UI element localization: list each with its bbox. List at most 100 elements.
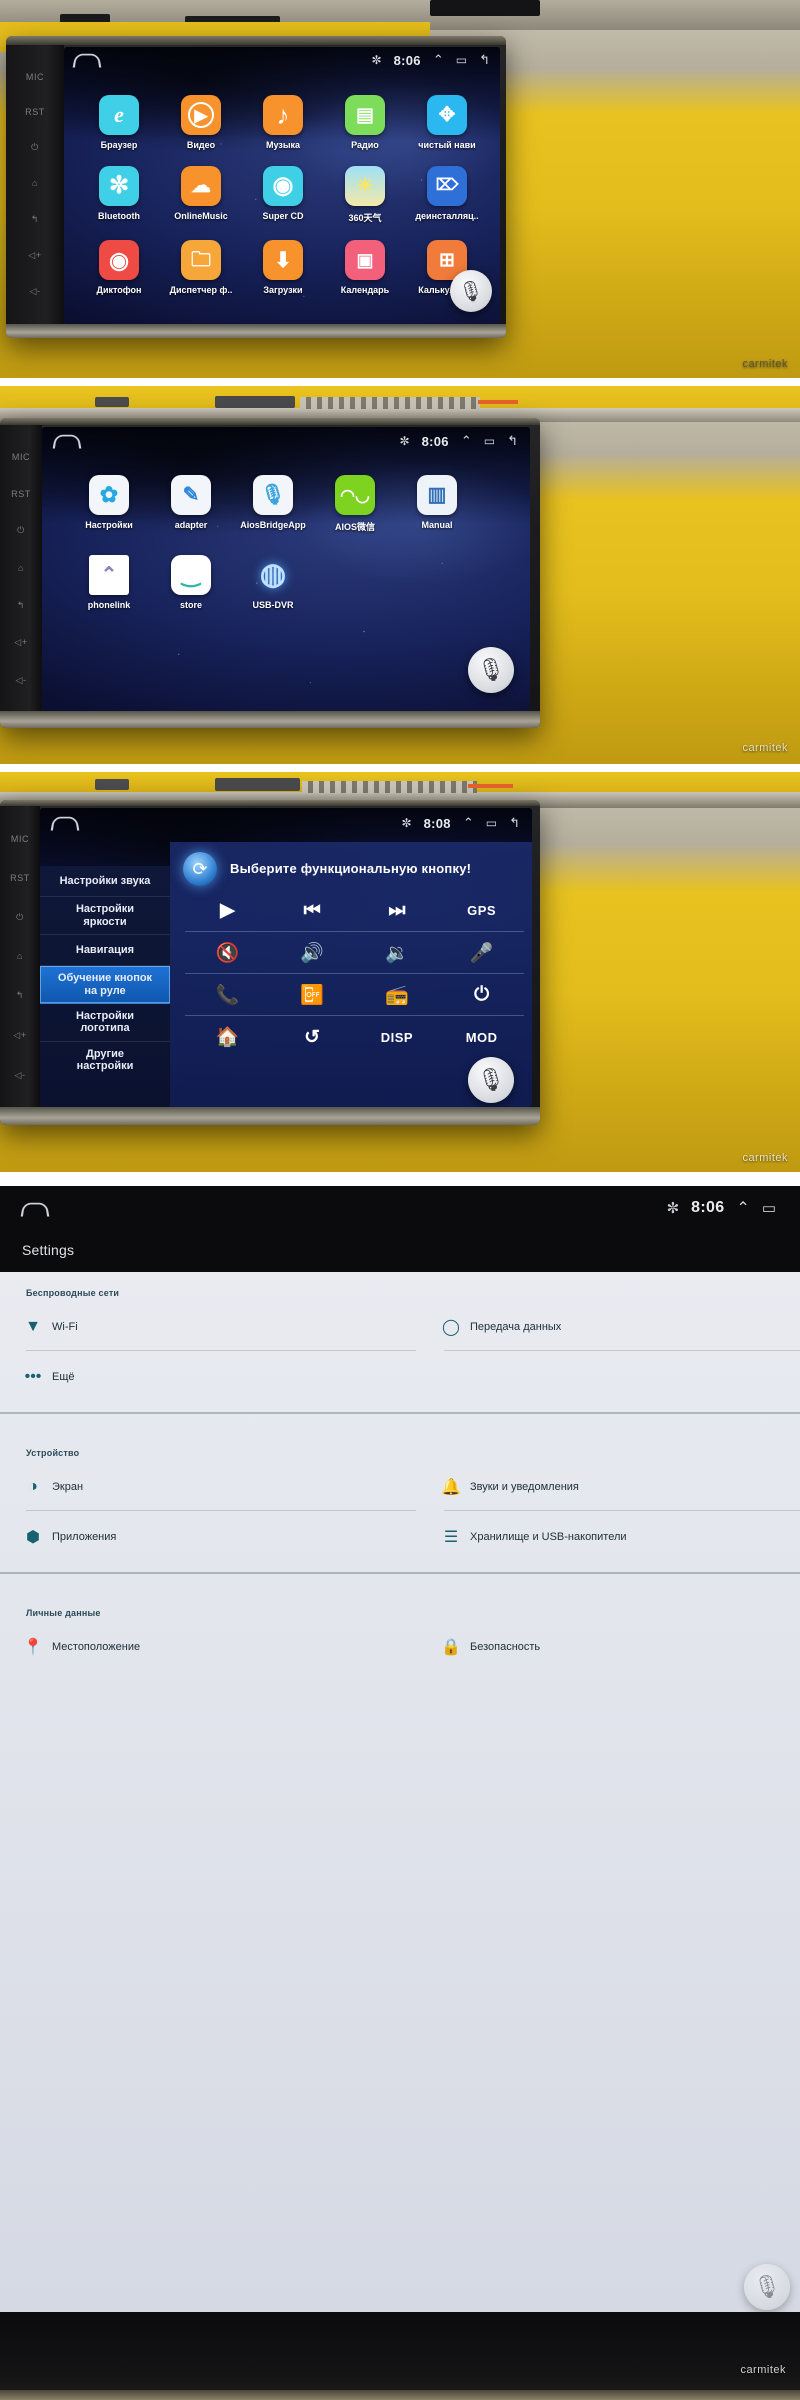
settings-row-data-usage[interactable]: ◯ Передача данных	[442, 1319, 561, 1336]
app-icon[interactable]: ◉	[263, 166, 303, 206]
home-key-icon-2[interactable]: ⌂	[18, 563, 24, 573]
app-item[interactable]: ▤ Радио	[324, 95, 406, 150]
back-key-icon-1[interactable]: ↰	[31, 214, 39, 225]
function-cell[interactable]: DISP	[355, 1016, 440, 1058]
app-item[interactable]: ✿ Настройки	[68, 475, 150, 533]
voice-assistant-button-3[interactable]: 🎙	[468, 1057, 514, 1103]
app-icon[interactable]: 🗀	[181, 240, 221, 280]
app-item[interactable]: ▣ Календарь	[324, 240, 406, 295]
back-icon[interactable]: ↰	[479, 52, 490, 68]
menu-item-sound[interactable]: Настройки звука	[40, 866, 170, 898]
menu-item-steering-wheel-learning[interactable]: Обучение кнопок на руле	[40, 966, 170, 1004]
app-icon[interactable]: ♪	[263, 95, 303, 135]
settings-row-security[interactable]: 🔒 Безопасность	[441, 1639, 540, 1656]
app-icon[interactable]: ⌃	[89, 555, 129, 595]
app-icon[interactable]: e	[99, 95, 139, 135]
back-icon[interactable]: ↰	[507, 433, 518, 449]
app-icon[interactable]: ⌦	[427, 166, 467, 206]
app-icon[interactable]: ◍	[253, 555, 293, 595]
settings-row-apps[interactable]: ⬢ Приложения	[26, 1529, 116, 1546]
function-cell[interactable]: 📻	[354, 974, 440, 1016]
function-cell[interactable]: 📴	[269, 974, 355, 1016]
function-cell[interactable]: 🔉	[354, 932, 440, 974]
home-icon[interactable]	[20, 1202, 50, 1217]
app-item[interactable]: ◍ USB-DVR	[232, 555, 314, 611]
settings-row-display[interactable]: ◑ Экран	[26, 1478, 83, 1495]
app-icon[interactable]: 🎙	[253, 475, 293, 515]
chevron-up-icon[interactable]: ⌃	[463, 815, 474, 831]
app-item[interactable]: ▶ Видео	[160, 95, 242, 150]
app-item[interactable]: ⌦ деинсталляц..	[406, 166, 488, 224]
app-item[interactable]: ♪ Музыка	[242, 95, 324, 150]
function-cell[interactable]: ▶	[185, 890, 270, 932]
menu-item-other[interactable]: Другие настройки	[40, 1042, 170, 1079]
app-item[interactable]: 🎙 AiosBridgeApp	[232, 475, 314, 533]
menu-item-navigation[interactable]: Навигация	[40, 935, 170, 967]
function-cell[interactable]: 🏠	[185, 1016, 270, 1058]
settings-row-storage[interactable]: ☰ Хранилище и USB-накопители	[444, 1529, 627, 1546]
app-icon[interactable]: ◠◡	[335, 475, 375, 515]
back-key-icon-2[interactable]: ↰	[17, 600, 25, 611]
app-icon[interactable]: ▤	[345, 95, 385, 135]
app-item[interactable]: ⌃ phonelink	[68, 555, 150, 610]
chevron-up-icon[interactable]: ⌃	[461, 433, 472, 449]
refresh-button[interactable]: ⟳	[183, 852, 217, 886]
function-cell[interactable]: 🔇	[185, 932, 270, 974]
app-item[interactable]: ⬇ Загрузки	[242, 240, 324, 295]
home-icon[interactable]	[52, 434, 82, 449]
recents-icon[interactable]: ▭	[486, 816, 497, 830]
app-icon[interactable]: ☁	[181, 166, 221, 206]
power-key-icon-2[interactable]: ⏻	[17, 525, 25, 536]
volume-down-key-2[interactable]: ◁-	[15, 675, 26, 686]
app-item[interactable]: 🗀 Диспетчер ф..	[160, 240, 242, 295]
app-icon[interactable]: ✎	[171, 475, 211, 515]
function-cell[interactable]: ↺	[270, 1016, 355, 1058]
chevron-up-icon[interactable]: ⌃	[433, 52, 444, 68]
back-icon[interactable]: ↰	[509, 815, 520, 831]
volume-up-key-1[interactable]: ◁+	[28, 250, 41, 261]
voice-assistant-button-1[interactable]: 🎙	[450, 270, 492, 312]
voice-assistant-button-4[interactable]: 🎙	[744, 2264, 790, 2310]
app-icon[interactable]: ☀	[345, 166, 385, 206]
chevron-up-icon[interactable]: ⌃	[736, 1198, 749, 1218]
app-item[interactable]: ✼ Bluetooth	[78, 166, 160, 224]
app-icon[interactable]: ✿	[89, 475, 129, 515]
function-cell[interactable]: ⏻	[439, 974, 524, 1016]
app-icon[interactable]: ▥	[417, 475, 457, 515]
function-cell[interactable]: 🔊	[269, 932, 355, 974]
volume-down-key-3[interactable]: ◁-	[14, 1070, 25, 1081]
settings-row-wifi[interactable]: ▼ Wi-Fi	[25, 1318, 78, 1335]
back-key-icon-3[interactable]: ↰	[16, 990, 24, 1001]
home-icon[interactable]	[50, 816, 80, 831]
power-key-icon-3[interactable]: ⏻	[16, 912, 24, 923]
settings-row-sound[interactable]: 🔔 Звуки и уведомления	[441, 1479, 579, 1496]
home-key-icon-1[interactable]: ⌂	[32, 178, 38, 188]
app-item[interactable]: ‿ store	[150, 555, 232, 610]
volume-up-key-2[interactable]: ◁+	[14, 637, 27, 648]
app-item[interactable]: ◠◡ AIOS微信	[314, 475, 396, 533]
voice-assistant-button-2[interactable]: 🎙	[468, 647, 514, 693]
menu-item-logo[interactable]: Настройки логотипа	[40, 1004, 170, 1042]
menu-item-brightness[interactable]: Настройки яркости	[40, 897, 170, 935]
app-icon[interactable]: ◉	[99, 240, 139, 280]
app-item[interactable]: ☀ 360天气	[324, 166, 406, 224]
app-icon[interactable]: ▣	[345, 240, 385, 280]
app-item[interactable]: ✥ чистый нави	[406, 95, 488, 150]
power-key-icon-1[interactable]: ⏻	[31, 142, 39, 153]
volume-up-key-3[interactable]: ◁+	[13, 1030, 26, 1041]
app-item[interactable]: ☁ OnlineMusic	[160, 166, 242, 224]
function-cell[interactable]: GPS	[439, 890, 524, 932]
function-cell[interactable]: MOD	[439, 1016, 524, 1058]
app-icon[interactable]: ▶	[181, 95, 221, 135]
home-key-icon-3[interactable]: ⌂	[17, 951, 23, 961]
app-item[interactable]: e Браузер	[78, 95, 160, 150]
function-cell[interactable]: ⏭	[354, 890, 440, 932]
function-cell[interactable]: 📞	[185, 974, 270, 1016]
function-cell[interactable]: 🎤	[439, 932, 524, 974]
app-icon[interactable]: ✥	[427, 95, 467, 135]
recents-icon[interactable]: ▭	[484, 434, 495, 448]
home-icon[interactable]	[72, 53, 102, 68]
recents-icon[interactable]: ▭	[456, 53, 467, 67]
function-cell[interactable]: ⏮	[269, 890, 355, 932]
app-item[interactable]: ▥ Manual	[396, 475, 478, 533]
